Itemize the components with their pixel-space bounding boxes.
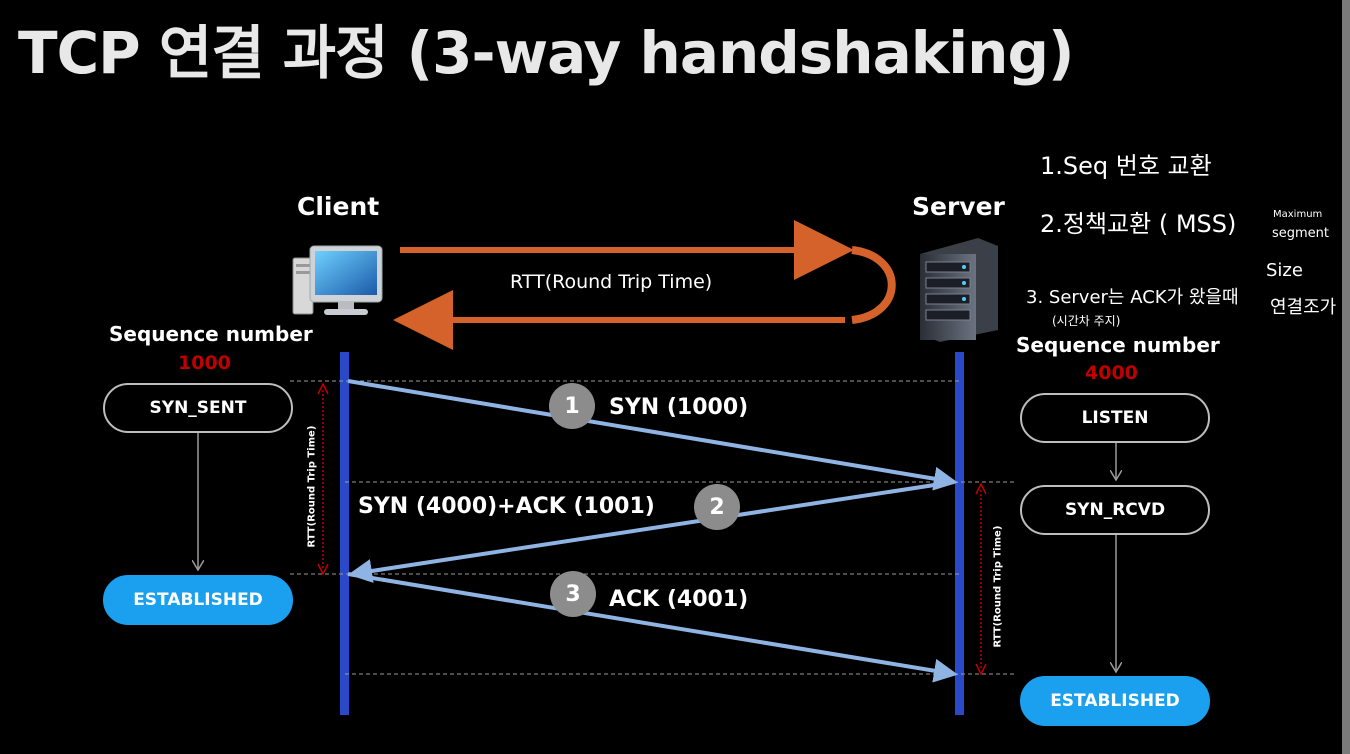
handwritten-note-2-side-1: Maximum (1273, 209, 1323, 220)
handwritten-note-3-right: 연결조가 (1270, 297, 1337, 318)
server-state-listen: LISTEN (1020, 393, 1210, 443)
step-badge-1: 1 (549, 383, 595, 429)
handwritten-note-2-side-3: Size (1266, 260, 1303, 281)
server-state-established: ESTABLISHED (1020, 676, 1210, 726)
handwritten-note-1: 1.Seq 번호 교환 (1040, 152, 1212, 180)
handwritten-note-2-side-2: segment (1272, 226, 1330, 241)
server-rack-icon (920, 238, 998, 342)
server-rtt-span (975, 482, 987, 676)
message-label-1: SYN (1000) (609, 395, 749, 420)
server-state-syn-rcvd: SYN_RCVD (1020, 485, 1210, 535)
message-label-2: SYN (4000)+ACK (1001) (358, 494, 655, 519)
client-lifeline (340, 352, 349, 715)
message-label-3: ACK (4001) (609, 587, 749, 612)
server-lifeline (955, 352, 964, 715)
handwritten-note-3: 3. Server는 ACK가 왔을때 (1026, 287, 1239, 308)
server-rtt-label: RTT(Round Trip Time) (992, 525, 1004, 648)
handshake-diagram (0, 220, 1350, 715)
handwritten-note-3-sub: (시간차 주지) (1052, 314, 1121, 328)
step-badge-3: 3 (550, 571, 596, 617)
step-badge-2: 2 (694, 484, 740, 530)
rtt-label: RTT(Round Trip Time) (510, 271, 713, 293)
handwritten-note-2: 2.정책교환 ( MSS) (1040, 210, 1237, 238)
client-rtt-label: RTT(Round Trip Time) (306, 425, 318, 548)
client-state-syn-sent: SYN_SENT (103, 383, 293, 433)
scrollbar[interactable] (1342, 0, 1350, 754)
client-rtt-span (317, 382, 329, 576)
client-computer-icon (292, 245, 383, 315)
client-state-established: ESTABLISHED (103, 575, 293, 625)
